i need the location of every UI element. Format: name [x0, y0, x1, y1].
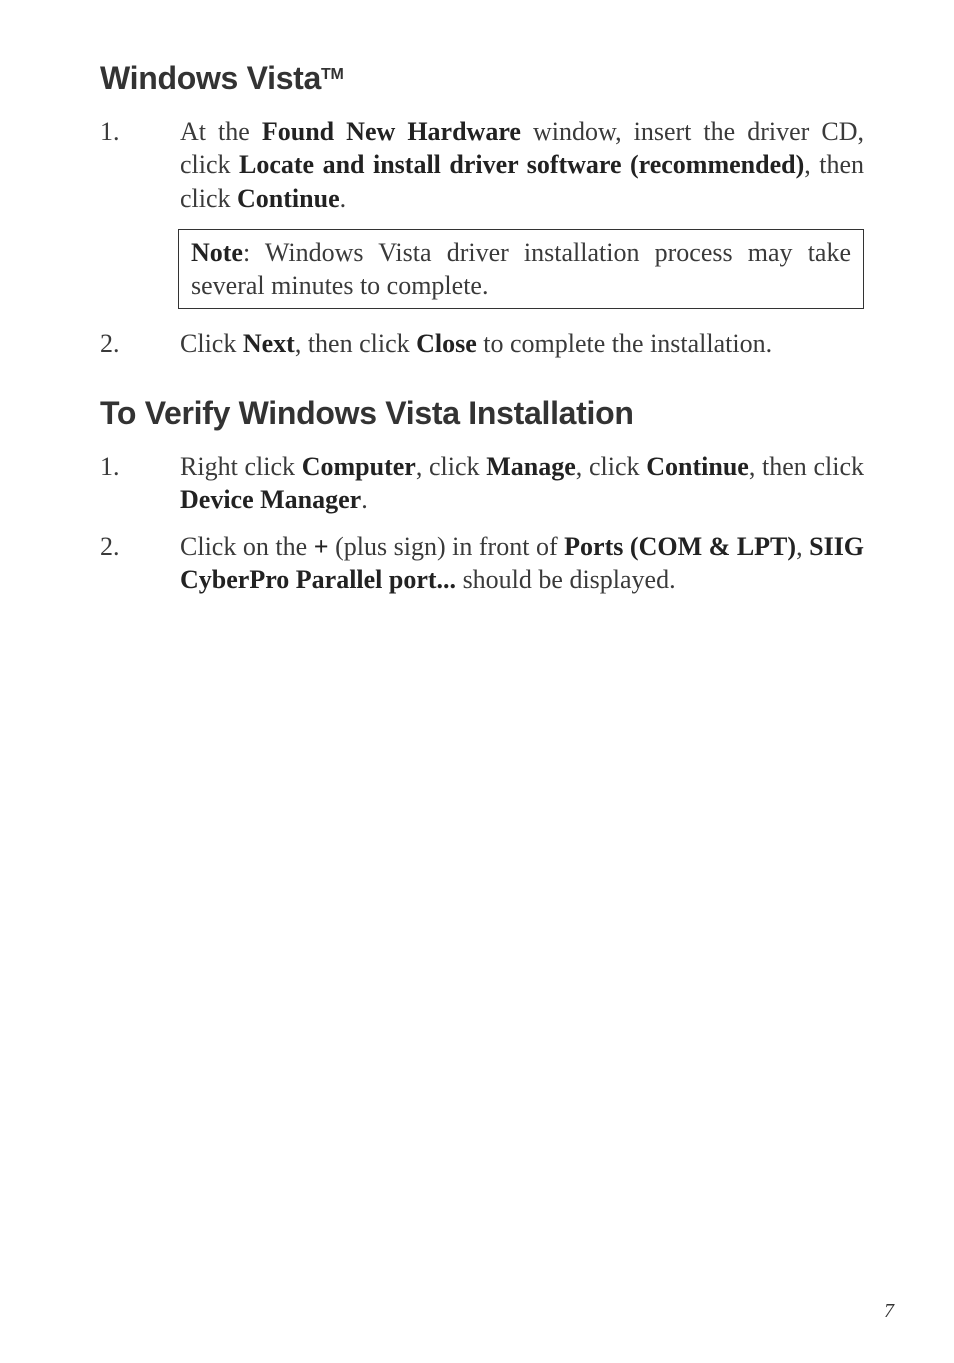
bold-text: Device Manager	[180, 485, 361, 514]
step-text: Click Next, then click Close to complete…	[180, 327, 864, 360]
list-item: 1. Right click Computer, click Manage, c…	[100, 450, 864, 517]
bold-text: Close	[416, 329, 477, 358]
section1-list: 1. At the Found New Hardware window, ins…	[100, 115, 864, 215]
section1-list-cont: 2. Click Next, then click Close to compl…	[100, 327, 864, 360]
trademark-icon: TM	[321, 66, 344, 83]
list-item: 1. At the Found New Hardware window, ins…	[100, 115, 864, 215]
step-number: 1.	[100, 450, 180, 483]
step-text: Click on the + (plus sign) in front of P…	[180, 530, 864, 597]
heading-text: Windows Vista	[100, 60, 321, 96]
bold-text: Locate and install driver software (reco…	[239, 150, 804, 179]
bold-text: Computer	[302, 452, 416, 481]
step-number: 2.	[100, 327, 180, 360]
step-text: Right click Computer, click Manage, clic…	[180, 450, 864, 517]
step-number: 1.	[100, 115, 180, 148]
list-item: 2. Click Next, then click Close to compl…	[100, 327, 864, 360]
heading-windows-vista: Windows VistaTM	[100, 60, 864, 97]
bold-text: Found New Hardware	[262, 117, 521, 146]
bold-text: Manage	[486, 452, 576, 481]
step-number: 2.	[100, 530, 180, 563]
section2-list: 1. Right click Computer, click Manage, c…	[100, 450, 864, 597]
note-box: Note: Windows Vista driver installation …	[178, 229, 864, 310]
bold-text: Continue	[237, 184, 340, 213]
list-item: 2. Click on the + (plus sign) in front o…	[100, 530, 864, 597]
bold-text: +	[314, 532, 329, 561]
step-text: At the Found New Hardware window, insert…	[180, 115, 864, 215]
note-text: : Windows Vista driver installation proc…	[191, 238, 851, 300]
section2: To Verify Windows Vista Installation 1. …	[100, 395, 864, 597]
page: Windows VistaTM 1. At the Found New Hard…	[0, 0, 954, 1363]
bold-text: Next	[243, 329, 295, 358]
bold-text: Ports (COM & LPT)	[564, 532, 796, 561]
note-label: Note	[191, 238, 243, 267]
bold-text: Continue	[646, 452, 749, 481]
heading-verify: To Verify Windows Vista Installation	[100, 395, 864, 432]
page-number: 7	[884, 1300, 894, 1323]
